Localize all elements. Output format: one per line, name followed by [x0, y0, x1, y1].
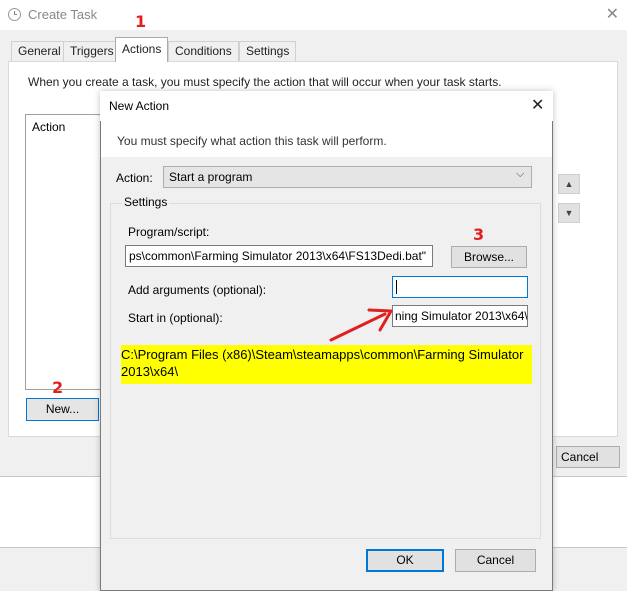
new-action-button[interactable]: New... [26, 398, 99, 421]
dialog-close-icon[interactable]: ✕ [531, 95, 544, 115]
action-select[interactable]: Start a program [163, 166, 532, 188]
step-marker-1: 1 [135, 12, 147, 31]
actions-description: When you create a task, you must specify… [28, 75, 502, 89]
tab-conditions[interactable]: Conditions [168, 41, 239, 61]
cancel-button[interactable]: Cancel [455, 549, 536, 572]
dialog-message: You must specify what action this task w… [117, 134, 387, 148]
tab-triggers[interactable]: Triggers [63, 41, 121, 61]
start-in-label: Start in (optional): [128, 311, 223, 325]
tab-actions[interactable]: Actions [115, 37, 169, 62]
ok-button[interactable]: OK [366, 549, 444, 572]
browse-button[interactable]: Browse... [451, 246, 527, 268]
tab-general[interactable]: General [11, 41, 68, 61]
start-in-input[interactable]: ning Simulator 2013\x64\ [392, 305, 528, 327]
action-list-header: Action [32, 120, 66, 134]
move-down-button[interactable]: ▼ [558, 203, 580, 223]
program-script-input[interactable]: ps\common\Farming Simulator 2013\x64\FS1… [125, 245, 433, 267]
chevron-down-icon[interactable]: ⌵ [516, 168, 524, 181]
action-label: Action: [116, 171, 153, 185]
add-arguments-label: Add arguments (optional): [128, 283, 267, 297]
step-marker-2: 2 [52, 378, 64, 397]
outer-title-bar: Create Task ✕ [0, 0, 627, 30]
outer-window-title: Create Task [28, 7, 98, 22]
text-cursor [396, 280, 397, 294]
program-script-label: Program/script: [128, 225, 210, 239]
tab-settings[interactable]: Settings [239, 41, 297, 61]
move-up-button[interactable]: ▲ [558, 174, 580, 194]
red-arrow-icon [329, 308, 393, 342]
outer-close-icon[interactable]: ✕ [606, 4, 619, 24]
step-marker-3: 3 [473, 225, 485, 244]
dialog-title: New Action [109, 99, 170, 113]
outer-cancel-button[interactable]: Cancel [556, 446, 620, 468]
settings-label: Settings [122, 195, 170, 209]
path-highlight-note: C:\Program Files (x86)\Steam\steamapps\c… [121, 345, 532, 384]
clock-icon [8, 8, 21, 21]
add-arguments-input[interactable] [392, 276, 528, 298]
action-list[interactable] [25, 114, 105, 390]
